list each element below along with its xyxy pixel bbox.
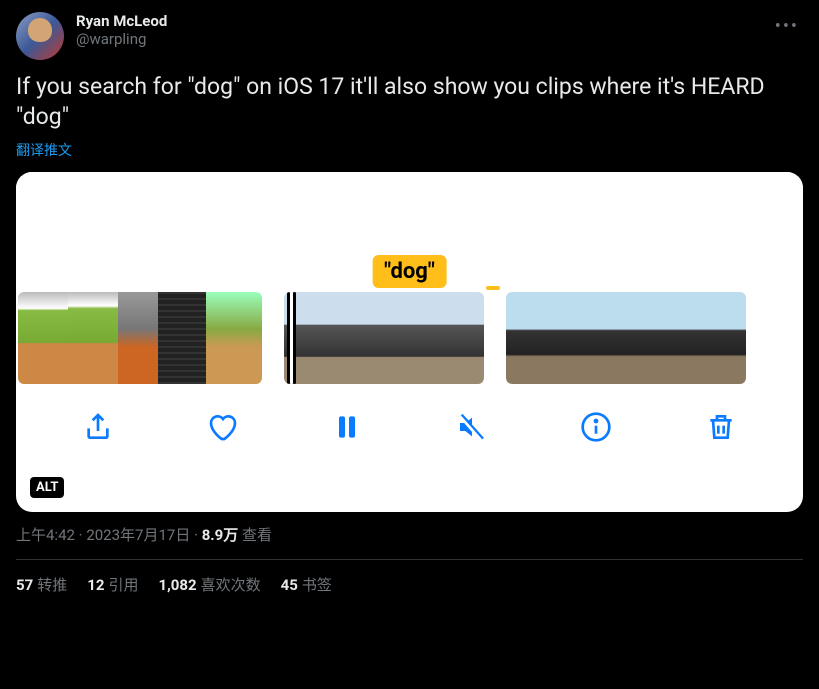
divider (16, 559, 803, 560)
views-count: 8.9万 (202, 526, 239, 544)
media-controls (16, 384, 803, 470)
share-icon (82, 411, 114, 443)
clip-thumbnail (18, 292, 68, 384)
likes-stat[interactable]: 1,082喜欢次数 (158, 574, 260, 595)
delete-button[interactable] (702, 408, 740, 446)
user-handle: @warpling (76, 30, 803, 48)
search-term-badge: "dog" (372, 255, 447, 288)
clip-thumbnail (206, 292, 262, 384)
tweet-header: Ryan McLeod @warpling ••• (16, 12, 803, 60)
tweet-text: If you search for "dog" on iOS 17 it'll … (16, 72, 803, 132)
tweet-container: Ryan McLeod @warpling ••• If you search … (0, 0, 819, 607)
trash-icon (705, 411, 737, 443)
tweet-date: 2023年7月17日 (86, 526, 190, 544)
pause-button[interactable] (328, 408, 366, 446)
media-preview-top: "dog" (16, 172, 803, 292)
avatar[interactable] (16, 12, 64, 60)
clip-thumbnail (506, 292, 546, 384)
clip-thumbnail (408, 292, 484, 384)
views-label: 查看 (242, 526, 272, 544)
clip-thumbnail (546, 292, 586, 384)
media-attachment[interactable]: "dog" (16, 172, 803, 512)
share-button[interactable] (79, 408, 117, 446)
clip-thumbnail (706, 292, 746, 384)
display-name: Ryan McLeod (76, 12, 803, 30)
clip-group-2 (284, 292, 484, 384)
user-info[interactable]: Ryan McLeod @warpling (76, 12, 803, 48)
clip-thumbnail (118, 292, 158, 384)
retweets-stat[interactable]: 57转推 (16, 574, 67, 595)
clip-group-3 (506, 292, 746, 384)
pause-icon (331, 411, 363, 443)
clip-thumbnail (158, 292, 206, 384)
more-icon: ••• (775, 16, 799, 37)
like-button[interactable] (204, 408, 242, 446)
info-button[interactable] (577, 408, 615, 446)
clip-thumbnail (586, 292, 626, 384)
alt-badge[interactable]: ALT (30, 477, 64, 498)
clip-thumbnail (626, 292, 666, 384)
clip-thumbnail (666, 292, 706, 384)
clip-thumbnail (68, 292, 118, 384)
speaker-muted-icon (456, 411, 488, 443)
tweet-stats: 57转推 12引用 1,082喜欢次数 45书签 (16, 574, 803, 595)
info-icon (580, 411, 612, 443)
quotes-stat[interactable]: 12引用 (87, 574, 138, 595)
tweet-meta[interactable]: 上午4:42 · 2023年7月17日 · 8.9万 查看 (16, 524, 803, 545)
tweet-time: 上午4:42 (16, 526, 75, 544)
translate-link[interactable]: 翻译推文 (16, 140, 72, 160)
bookmarks-stat[interactable]: 45书签 (281, 574, 332, 595)
clip-thumbnail (284, 292, 346, 384)
video-timeline[interactable] (16, 292, 803, 384)
heart-icon (207, 411, 239, 443)
more-options-button[interactable]: ••• (771, 12, 803, 41)
clip-group-1 (18, 292, 262, 384)
clip-thumbnail (346, 292, 408, 384)
mute-button[interactable] (453, 408, 491, 446)
